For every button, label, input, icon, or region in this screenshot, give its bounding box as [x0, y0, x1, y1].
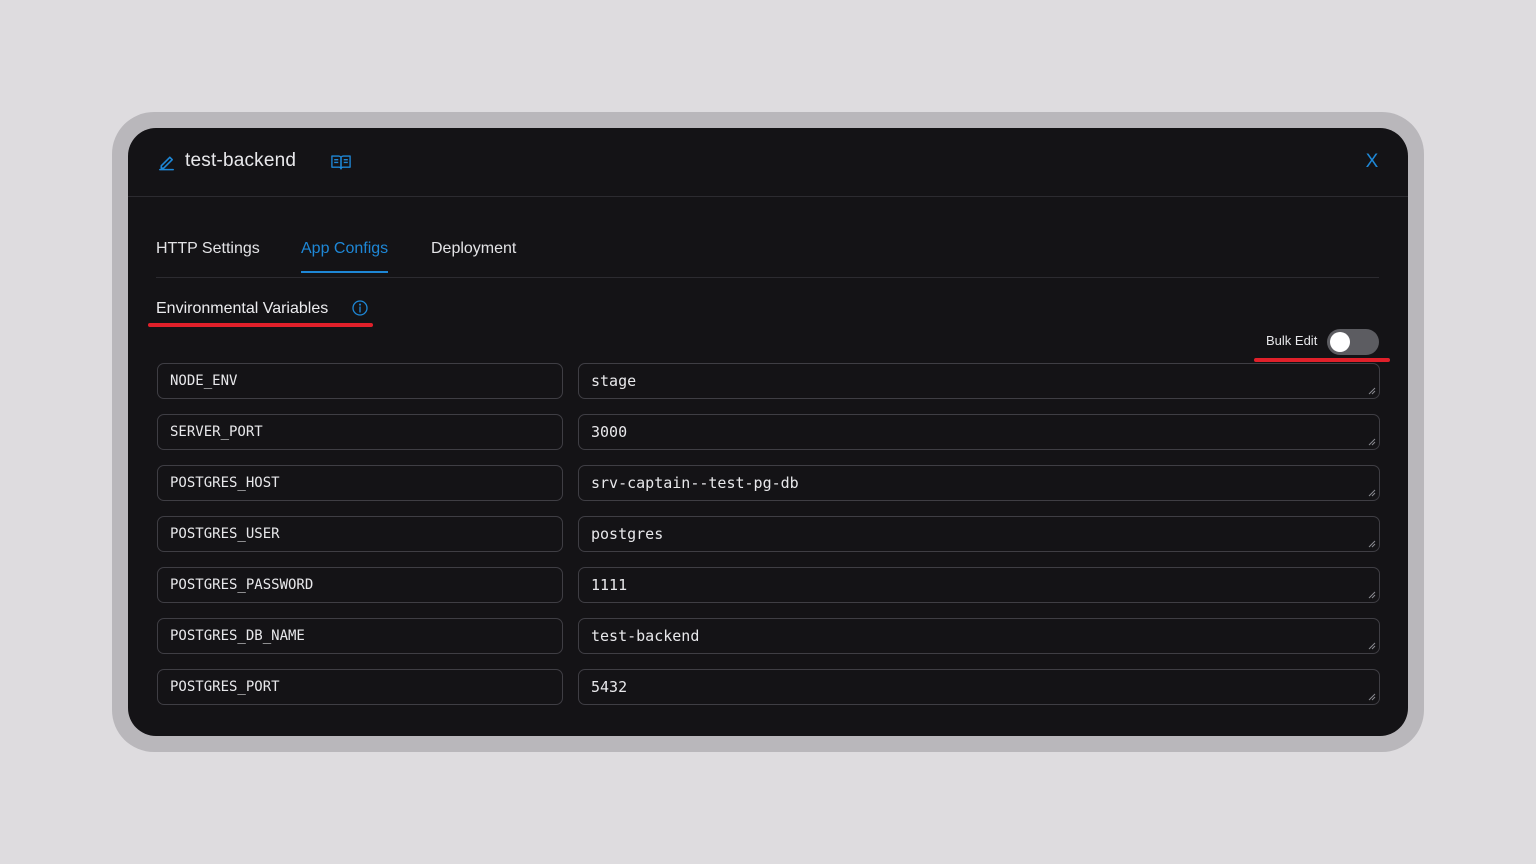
toggle-knob: [1330, 332, 1350, 352]
bulk-edit-label: Bulk Edit: [1266, 333, 1318, 348]
env-value-text: 3000: [591, 423, 628, 441]
highlight-underline-env-title: [148, 323, 373, 327]
env-value-textarea[interactable]: 5432: [578, 669, 1380, 705]
env-key-input[interactable]: [157, 618, 563, 654]
pencil-edit-icon[interactable]: [157, 153, 176, 172]
env-value-text: test-backend: [591, 627, 700, 645]
env-value-textarea[interactable]: postgres: [578, 516, 1380, 552]
highlight-underline-bulk-edit: [1254, 358, 1390, 362]
tab-bar: HTTP Settings App Configs Deployment: [156, 228, 1379, 278]
close-button[interactable]: X: [1362, 150, 1382, 174]
bulk-edit-toggle[interactable]: [1327, 329, 1379, 355]
env-key-input[interactable]: [157, 414, 563, 450]
resize-grip-icon[interactable]: [1368, 642, 1376, 650]
info-circle-icon[interactable]: [352, 300, 368, 316]
env-value-text: srv-captain--test-pg-db: [591, 474, 799, 492]
env-value-text: 5432: [591, 678, 628, 696]
env-value-text: stage: [591, 372, 637, 390]
app-config-dialog: test-backend X HTTP Settings App Configs…: [128, 128, 1408, 736]
resize-grip-icon[interactable]: [1368, 438, 1376, 446]
dialog-header: test-backend X: [128, 128, 1408, 197]
env-key-input[interactable]: [157, 567, 563, 603]
env-value-textarea[interactable]: 3000: [578, 414, 1380, 450]
resize-grip-icon[interactable]: [1368, 387, 1376, 395]
tab-http-settings[interactable]: HTTP Settings: [156, 240, 260, 271]
open-book-icon[interactable]: [331, 154, 351, 170]
resize-grip-icon[interactable]: [1368, 489, 1376, 497]
env-value-text: postgres: [591, 525, 664, 543]
env-key-input[interactable]: [157, 516, 563, 552]
close-icon: X: [1365, 151, 1379, 172]
tab-app-configs[interactable]: App Configs: [301, 240, 389, 273]
resize-grip-icon[interactable]: [1368, 540, 1376, 548]
env-value-textarea[interactable]: test-backend: [578, 618, 1380, 654]
env-key-input[interactable]: [157, 363, 563, 399]
env-value-text: 1111: [591, 576, 628, 594]
app-title: test-backend: [185, 150, 297, 171]
env-value-textarea[interactable]: stage: [578, 363, 1380, 399]
env-key-input[interactable]: [157, 465, 563, 501]
env-section-title: Environmental Variables: [156, 300, 329, 317]
env-value-textarea[interactable]: srv-captain--test-pg-db: [578, 465, 1380, 501]
tab-deployment[interactable]: Deployment: [431, 240, 516, 271]
resize-grip-icon[interactable]: [1368, 693, 1376, 701]
env-value-textarea[interactable]: 1111: [578, 567, 1380, 603]
resize-grip-icon[interactable]: [1368, 591, 1376, 599]
env-key-input[interactable]: [157, 669, 563, 705]
